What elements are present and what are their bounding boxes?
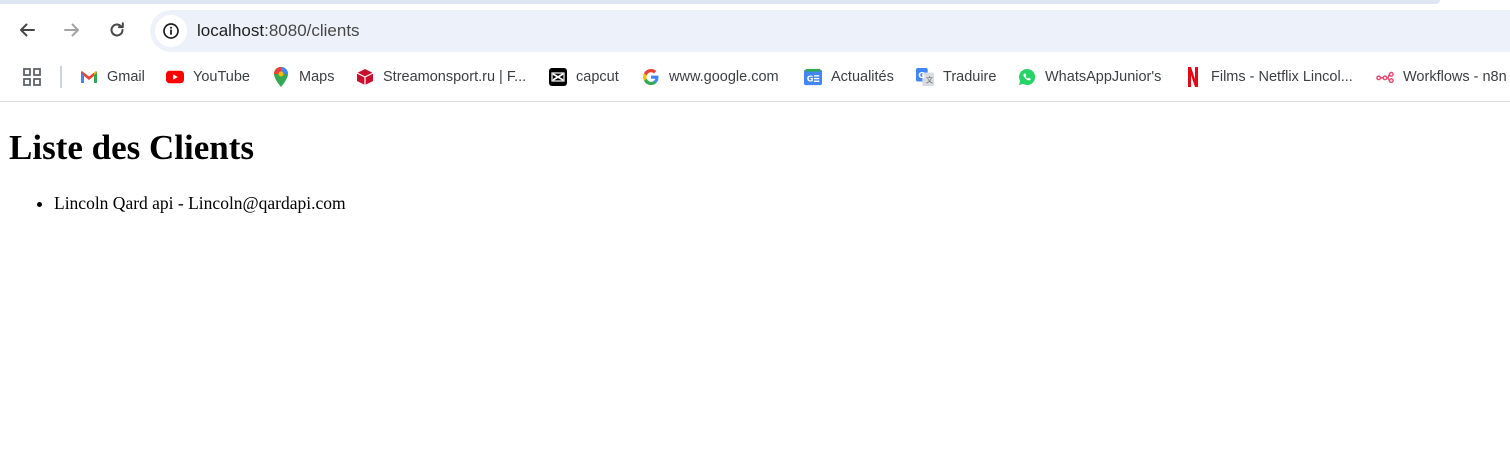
news-icon: G [804, 68, 822, 86]
youtube-icon [166, 68, 184, 86]
bookmark-label: YouTube [193, 69, 250, 85]
page-content: Liste des Clients Lincoln Qard api - Lin… [0, 103, 1510, 473]
bookmark-label: capcut [576, 69, 619, 85]
netflix-icon [1184, 67, 1202, 87]
back-button[interactable] [11, 14, 43, 46]
reload-icon [110, 22, 124, 37]
translate-icon: G 文 [916, 68, 934, 86]
bookmarks-bar: Gmail YouTube Maps Streamonsport.ru | F.… [0, 62, 1510, 92]
svg-text:G: G [807, 74, 814, 84]
bookmark-label: Films - Netflix Lincol... [1211, 69, 1353, 85]
bookmark-whatsapp[interactable]: WhatsAppJunior's [1018, 62, 1161, 92]
info-icon [163, 23, 179, 39]
bookmark-gmail[interactable]: Gmail [80, 62, 145, 92]
gmail-icon [80, 68, 98, 86]
forward-button[interactable] [56, 14, 88, 46]
bookmark-google[interactable]: www.google.com [642, 62, 779, 92]
maps-icon [272, 67, 290, 87]
address-bar[interactable]: localhost:8080/clients [150, 10, 1510, 52]
reload-button[interactable] [101, 14, 133, 46]
tab-strip [0, 0, 1440, 4]
apps-grid-icon[interactable] [22, 67, 42, 87]
streamonsport-icon [356, 68, 374, 86]
bookmark-label: www.google.com [669, 69, 779, 85]
svg-text:G: G [918, 70, 925, 80]
bookmark-label: Actualités [831, 69, 894, 85]
bookmark-actualites[interactable]: G Actualités [804, 62, 894, 92]
bookmark-youtube[interactable]: YouTube [166, 62, 250, 92]
url-host: localhost [197, 21, 265, 40]
page-title: Liste des Clients [9, 128, 254, 167]
client-list-item: Lincoln Qard api - Lincoln@qardapi.com [54, 191, 346, 215]
whatsapp-icon [1018, 68, 1036, 86]
bookmark-label: Maps [299, 69, 335, 85]
bookmark-netflix[interactable]: Films - Netflix Lincol... [1184, 62, 1353, 92]
bookmark-label: Streamonsport.ru | F... [383, 69, 527, 85]
bookmark-label: Traduire [943, 69, 997, 85]
bookmark-label: Gmail [107, 69, 145, 85]
bookmark-traduire[interactable]: G 文 Traduire [916, 62, 996, 92]
url-path: :8080/clients [264, 21, 360, 40]
bookmark-label: Workflows - n8n [1403, 69, 1507, 85]
back-arrow-icon [20, 23, 35, 37]
google-icon [642, 68, 660, 86]
capcut-icon [549, 68, 567, 86]
bookmark-maps[interactable]: Maps [272, 62, 334, 92]
bookmarks-separator [60, 66, 62, 88]
bookmark-streamonsport[interactable]: Streamonsport.ru | F... [356, 62, 526, 92]
bookmark-capcut[interactable]: capcut [549, 62, 619, 92]
bookmark-label: WhatsAppJunior's [1045, 69, 1162, 85]
n8n-icon [1376, 68, 1394, 86]
browser-toolbar: localhost:8080/clients Gmail YouTube Map… [0, 0, 1510, 102]
bookmark-n8n[interactable]: Workflows - n8n [1376, 62, 1507, 92]
clients-list: Lincoln Qard api - Lincoln@qardapi.com [14, 191, 346, 215]
forward-arrow-icon [64, 23, 79, 37]
url-text[interactable]: localhost:8080/clients [197, 21, 360, 41]
site-info-button[interactable] [155, 15, 187, 47]
svg-text:文: 文 [926, 75, 933, 84]
